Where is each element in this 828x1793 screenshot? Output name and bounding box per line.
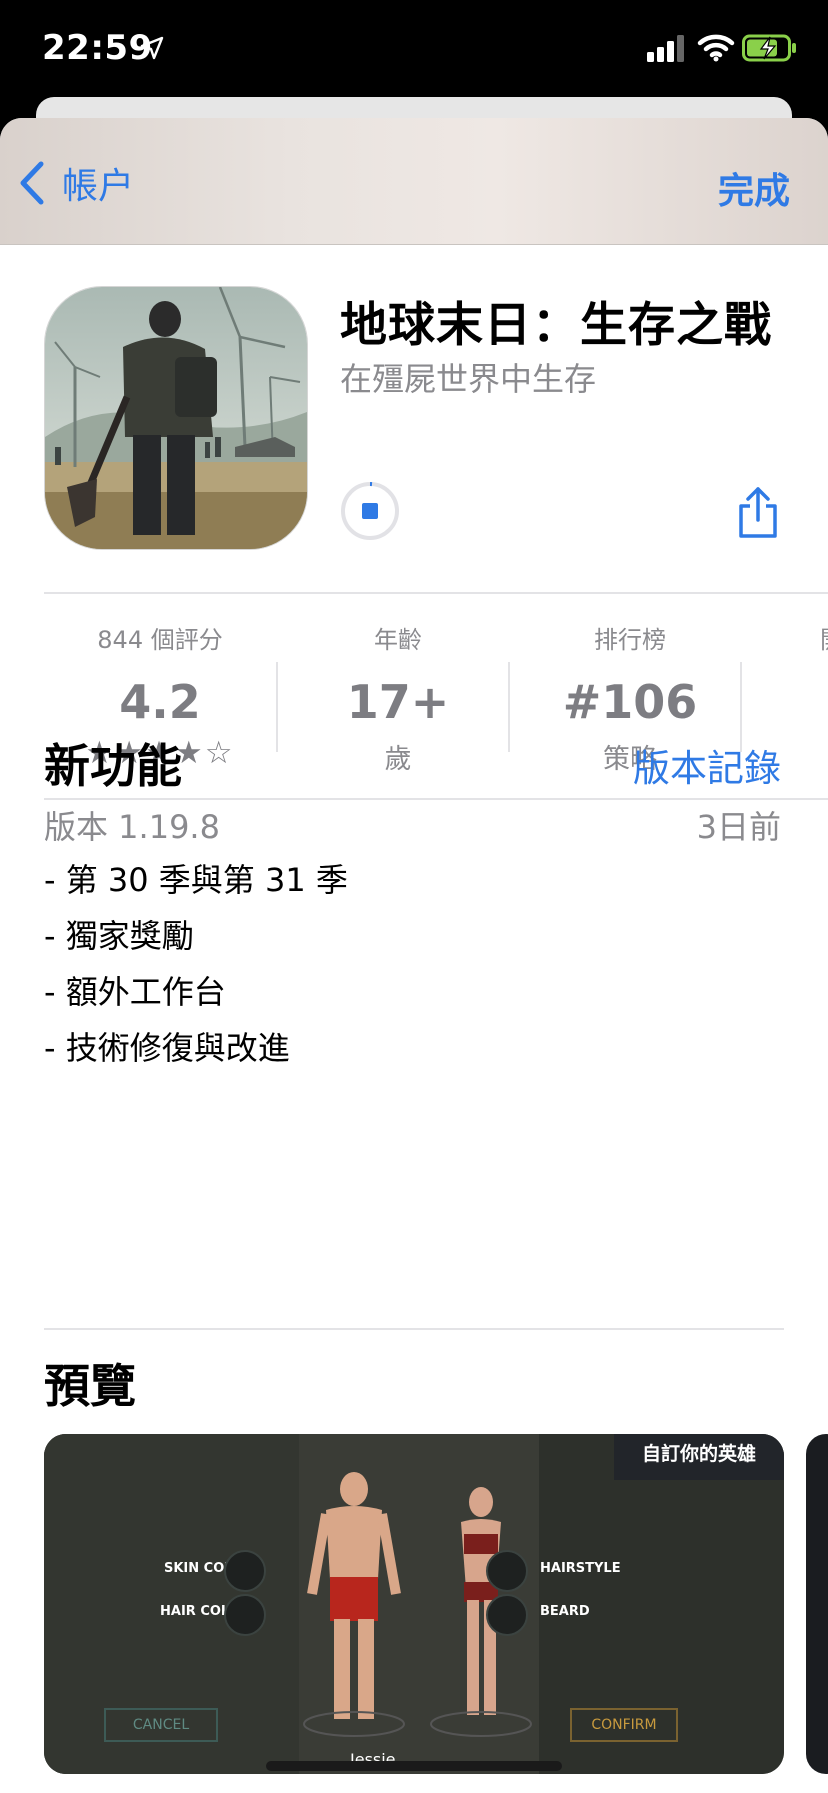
app-store-sheet: 帳户 完成 地球末日：生存之戰 在殭屍世界中生存 844 個評分 4.2 ★★★…: [0, 118, 828, 1793]
divider: [44, 592, 828, 594]
release-note-item: - 額外工作台: [44, 973, 226, 1011]
whats-new-title: 新功能: [44, 739, 182, 793]
app-title: 地球末日：生存之戰: [340, 298, 772, 353]
hairstyle-label: HAIRSTYLE: [540, 1561, 621, 1576]
developer-label: 開: [820, 620, 828, 655]
stat-divider: [276, 662, 278, 752]
back-button[interactable]: 帳户: [18, 158, 134, 208]
status-time: 22:59: [42, 28, 153, 68]
cellular-signal-icon: [647, 35, 684, 62]
release-note-item: - 第 30 季與第 31 季: [44, 861, 348, 899]
download-progress-stop-button[interactable]: [340, 481, 400, 541]
age-unit: 歲: [384, 744, 412, 775]
release-notes: - 第 30 季與第 31 季 - 獨家獎勵 - 額外工作台 - 技術修復與改進: [44, 852, 348, 1076]
chevron-left-icon: [20, 161, 44, 205]
done-button[interactable]: 完成: [718, 162, 790, 214]
age-label: 年齡: [374, 626, 422, 654]
preview-confirm-button: CONFIRM: [570, 1708, 678, 1742]
preview-cancel-button: CANCEL: [104, 1708, 218, 1742]
navigation-bar: 帳户 完成: [0, 118, 828, 245]
version-history-link[interactable]: 版本記錄: [633, 738, 781, 792]
status-bar: 22:59: [0, 0, 828, 100]
developer-stat[interactable]: 開: [744, 612, 828, 655]
preview-title: 預覽: [44, 1359, 136, 1413]
preview-screenshot-next[interactable]: [806, 1434, 828, 1774]
app-icon: [44, 286, 308, 550]
age-stat[interactable]: 年齡 17+ 歲: [282, 612, 514, 776]
rating-value: 4.2: [119, 675, 201, 729]
back-label: 帳户: [62, 166, 135, 207]
share-icon[interactable]: [736, 486, 780, 540]
age-value: 17+: [346, 675, 450, 729]
version-number: 版本 1.19.8: [44, 808, 220, 846]
beard-label: BEARD: [540, 1604, 590, 1619]
wifi-icon: [697, 34, 735, 62]
hand-icon: [224, 1550, 266, 1592]
divider: [44, 798, 828, 800]
home-indicator: [266, 1761, 562, 1771]
beard-icon: [486, 1594, 528, 1636]
preview-screenshot[interactable]: 自訂你的英雄 SKIN COLOR HAIR COLOR HAIRSTYLE B…: [44, 1434, 784, 1774]
release-note-item: - 技術修復與改進: [44, 1029, 290, 1067]
battery-charging-icon: [742, 34, 796, 62]
hairstyle-icon: [486, 1550, 528, 1592]
release-note-item: - 獨家獎勵: [44, 917, 194, 955]
chart-label: 排行榜: [594, 626, 666, 654]
preview-banner: 自訂你的英雄: [614, 1434, 784, 1480]
hair-swatch-icon: [224, 1594, 266, 1636]
stat-divider: [508, 662, 510, 752]
star-empty-icon: ☆: [204, 735, 235, 771]
divider: [44, 1328, 784, 1330]
ratings-count: 844 個評分: [97, 626, 223, 654]
location-arrow-icon: [140, 36, 164, 60]
chart-rank: #106: [562, 675, 698, 729]
app-subtitle: 在殭屍世界中生存: [340, 360, 597, 398]
release-date: 3日前: [696, 808, 781, 846]
